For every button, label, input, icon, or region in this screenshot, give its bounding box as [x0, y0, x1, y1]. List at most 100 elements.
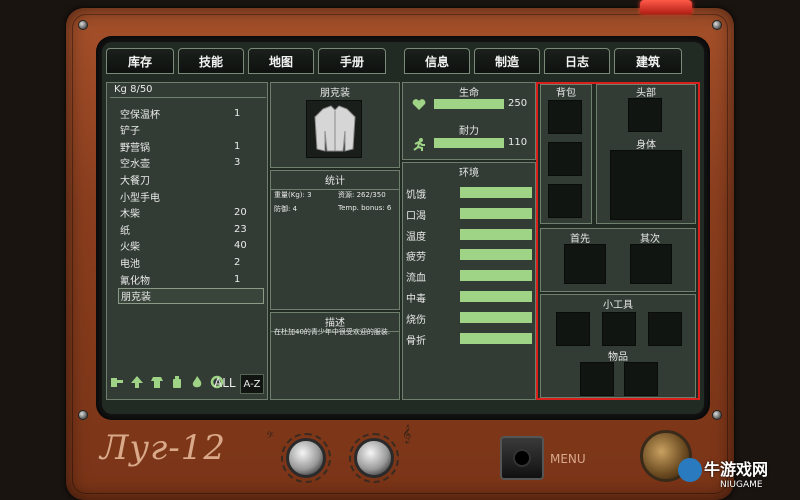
environment-bar: [460, 270, 532, 282]
environment-label: 口渴: [406, 210, 426, 222]
tab-handbook[interactable]: 手册: [318, 48, 386, 74]
body-label: 身体: [636, 140, 656, 151]
tab-info[interactable]: 信息: [404, 48, 470, 74]
items-label: 物品: [608, 352, 628, 363]
inventory-item[interactable]: 氰化物 1: [118, 271, 264, 287]
arrow-up-filter-icon[interactable]: [130, 375, 144, 393]
life-label: 生命: [459, 88, 479, 99]
bottle-filter-icon[interactable]: [170, 375, 184, 393]
inventory-item-count: 1: [234, 140, 241, 152]
gadget-slot[interactable]: [556, 312, 590, 346]
inventory-item[interactable]: 野营锅 1: [118, 138, 264, 154]
environment-bar: [460, 249, 532, 261]
stat-resource: 资源: 262/350: [338, 191, 386, 199]
stat-defense: 防御: 4: [274, 205, 298, 213]
environment-row: 疲劳: [406, 246, 534, 264]
inventory-item[interactable]: 小型手电: [118, 188, 264, 204]
backpack-slot[interactable]: [548, 184, 582, 218]
tab-build[interactable]: 建筑: [614, 48, 682, 74]
inventory-weight: Kg 8/50: [110, 84, 266, 98]
filter-all-button[interactable]: ALL: [214, 376, 236, 390]
environment-label: 温度: [406, 231, 426, 243]
menu-button[interactable]: [500, 436, 544, 480]
inventory-item-count: 1: [234, 107, 241, 119]
fire-filter-icon[interactable]: [190, 375, 204, 393]
inventory-item-name: 木柴: [120, 209, 140, 221]
inventory-item[interactable]: 空保温杯 1: [118, 105, 264, 121]
description-text: 在杜加40的青少年中很受欢迎的服装.: [274, 328, 391, 336]
stat-weight: 重量(Kg): 3: [274, 191, 312, 199]
bass-clef-icon: 𝄢: [266, 430, 274, 444]
inventory-item[interactable]: 大餐刀: [118, 171, 264, 187]
sort-az-button[interactable]: A-Z: [240, 374, 264, 394]
inventory-item-count: 20: [234, 207, 247, 219]
tab-journal[interactable]: 日志: [544, 48, 610, 74]
menu-button-indicator: [513, 449, 531, 467]
gadget-slot[interactable]: [648, 312, 682, 346]
inventory-item[interactable]: 铲子: [118, 122, 264, 138]
item-slot[interactable]: [624, 362, 658, 396]
bass-knob[interactable]: [286, 438, 326, 478]
treble-knob[interactable]: [354, 438, 394, 478]
environment-label: 疲劳: [406, 252, 426, 264]
inventory-item-name: 火柴: [120, 242, 140, 254]
body-slot[interactable]: [610, 150, 682, 220]
stat-temp-bonus: Temp. bonus: 6: [338, 204, 392, 212]
jacket-icon: [314, 105, 356, 152]
environment-row: 骨折: [406, 330, 534, 347]
tab-skills[interactable]: 技能: [178, 48, 244, 74]
backpack-slot[interactable]: [548, 142, 582, 176]
menu-label: MENU: [550, 452, 586, 466]
inventory-item[interactable]: 纸 23: [118, 221, 264, 237]
inventory-item[interactable]: 朋克装: [118, 287, 264, 304]
environment-bar: [460, 291, 532, 302]
head-slot[interactable]: [628, 98, 662, 132]
inventory-item-name: 野营锅: [120, 142, 150, 154]
environment-label: 饥饿: [406, 190, 426, 201]
environment-label: 流血: [406, 273, 426, 285]
environment-row: 中毒: [406, 288, 534, 305]
environment-label: 中毒: [406, 294, 426, 305]
gadgets-label: 小工具: [603, 300, 633, 311]
life-value: 250: [508, 98, 528, 109]
power-indicator-light: [640, 0, 692, 14]
inventory-item-name: 大餐刀: [120, 175, 150, 187]
inventory-item-count: 3: [234, 157, 241, 169]
inventory-item-count: 23: [234, 223, 247, 235]
environment-bar: [460, 332, 532, 344]
backpack-slot[interactable]: [548, 100, 582, 134]
heart-icon: [412, 96, 426, 115]
tab-craft[interactable]: 制造: [474, 48, 540, 74]
inventory-item[interactable]: 电池 2: [118, 254, 264, 270]
item-slot[interactable]: [580, 362, 614, 396]
screw-icon: [712, 20, 722, 30]
head-label: 头部: [636, 88, 656, 99]
inventory-item-count: 1: [234, 273, 241, 285]
gadget-slot[interactable]: [602, 312, 636, 346]
inventory-item-name: 朋克装: [121, 292, 151, 304]
inventory-item[interactable]: 火柴 40: [118, 238, 264, 254]
primary-weapon-slot[interactable]: [564, 244, 606, 284]
environment-title: 环境: [459, 168, 479, 179]
environment-row: 口渴: [406, 205, 534, 222]
clothing-filter-icon[interactable]: [150, 375, 164, 393]
environment-bar: [460, 228, 532, 240]
inventory-item-count: 40: [234, 240, 247, 252]
stamina-label: 耐力: [459, 126, 479, 137]
inventory-item-name: 小型手电: [120, 192, 160, 204]
inventory-item-name: 氰化物: [120, 275, 150, 287]
inventory-item[interactable]: 空水壶 3: [118, 155, 264, 171]
watermark-site: 牛游戏网: [704, 460, 769, 479]
inventory-item[interactable]: 木柴 20: [118, 205, 264, 221]
device-brand-logo: Луг-12: [100, 428, 227, 468]
inventory-item-name: 电池: [120, 258, 140, 270]
tab-map[interactable]: 地图: [248, 48, 314, 74]
tools-filter-icon[interactable]: [110, 375, 124, 393]
secondary-weapon-slot[interactable]: [630, 244, 672, 284]
running-icon: [412, 136, 426, 155]
inventory-item-name: 铲子: [120, 126, 140, 138]
stamina-bar: [434, 138, 504, 148]
tab-inventory[interactable]: 库存: [106, 48, 174, 74]
primary-label: 首先: [570, 234, 590, 245]
environment-row: 温度: [406, 226, 534, 243]
